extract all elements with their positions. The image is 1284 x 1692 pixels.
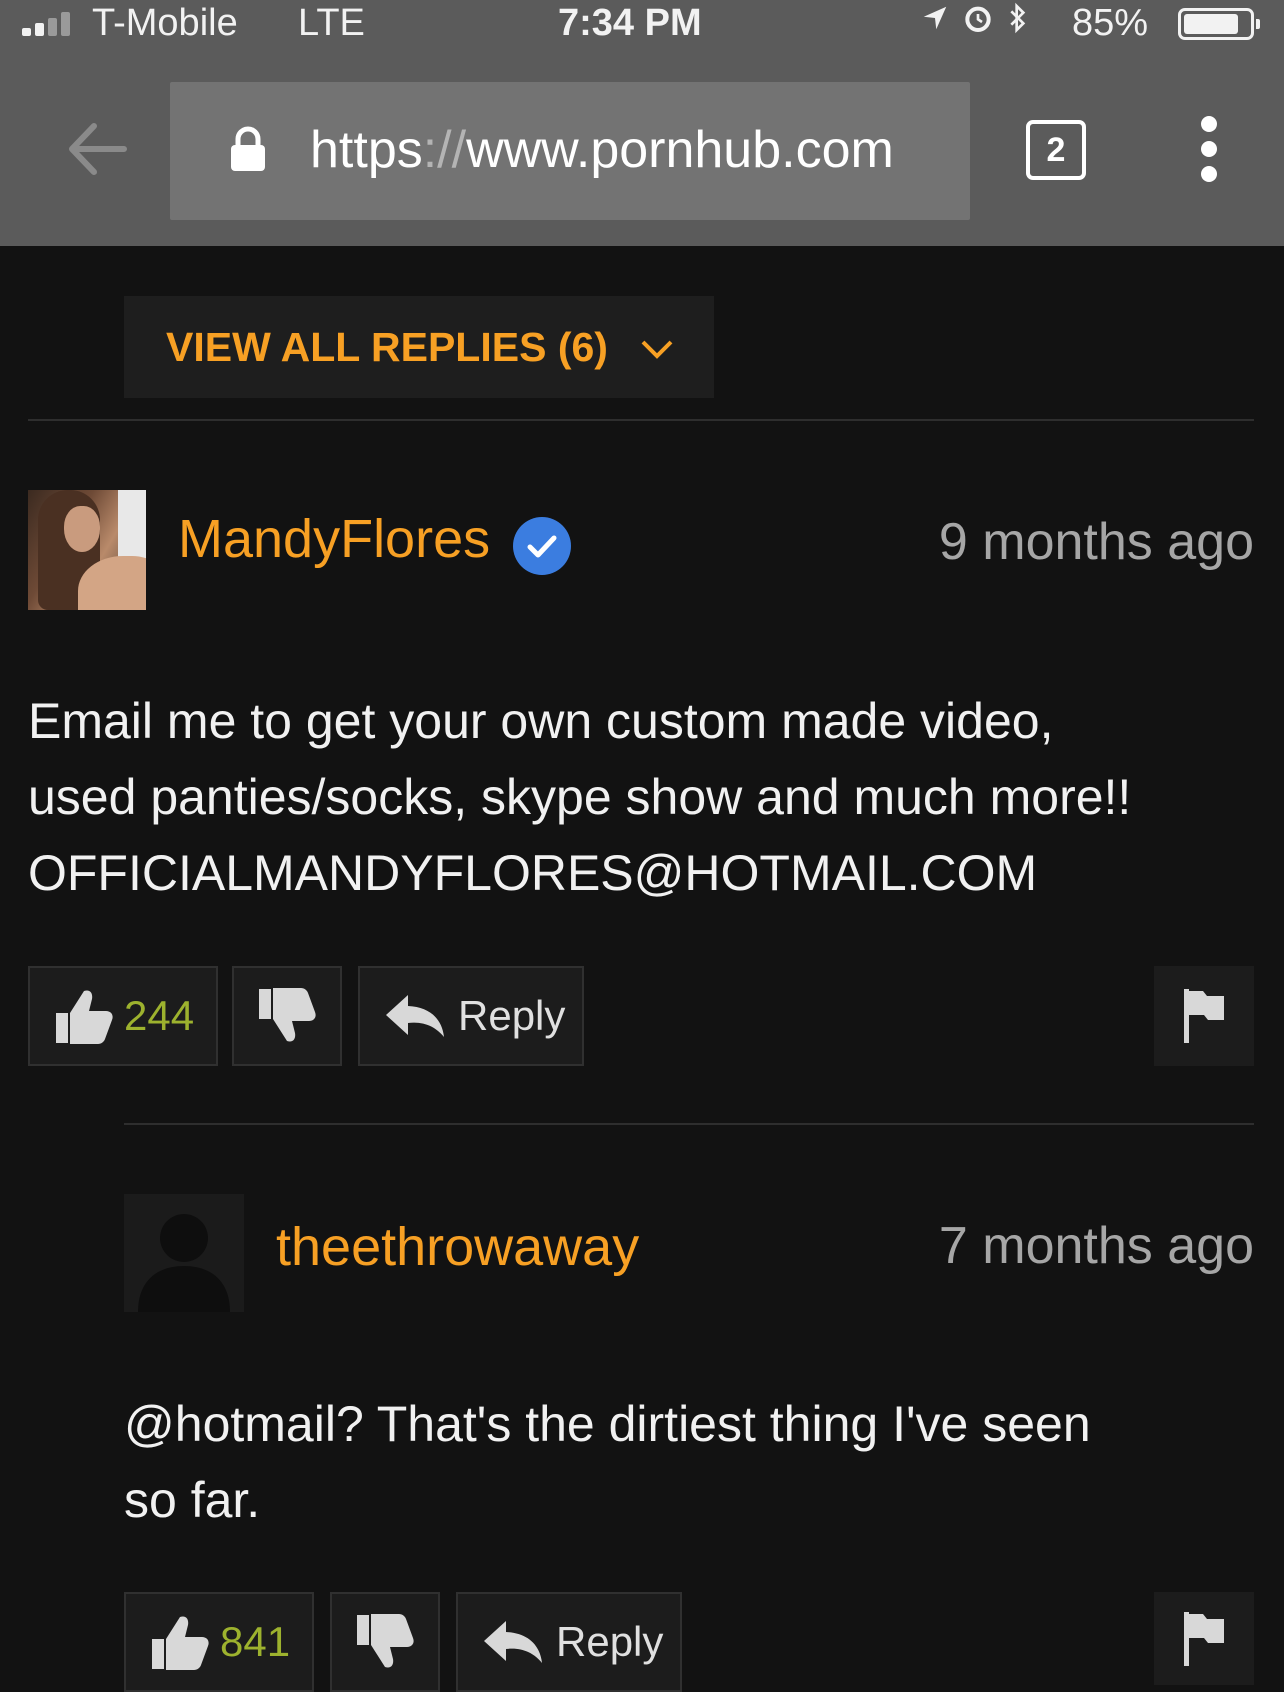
divider <box>124 1123 1254 1125</box>
carrier-name: T-Mobile <box>92 2 238 44</box>
network-type: LTE <box>298 2 365 44</box>
overflow-menu-icon[interactable] <box>1194 116 1224 186</box>
default-user-icon <box>138 1214 230 1312</box>
comment-line: @hotmail? That's the dirtiest thing I've… <box>124 1396 1091 1452</box>
like-count: 841 <box>220 1618 291 1665</box>
comment-timestamp: 9 months ago <box>938 513 1254 571</box>
back-arrow-icon[interactable] <box>62 114 132 184</box>
comment-username[interactable]: theethrowaway <box>276 1216 639 1278</box>
like-button[interactable]: 841 <box>124 1592 314 1692</box>
bluetooth-icon <box>1010 2 1026 34</box>
comment-body: Email me to get your own custom made vid… <box>28 683 1258 911</box>
url-separator: :// <box>422 121 467 179</box>
comment-line: Email me to get your own custom made vid… <box>28 693 1054 749</box>
battery-level <box>1184 14 1239 34</box>
thumbs-up-icon <box>152 1616 209 1670</box>
view-all-replies-label: VIEW ALL REPLIES (6) <box>166 324 608 370</box>
flag-icon <box>1184 989 1224 1043</box>
comment-line: so far. <box>124 1472 261 1528</box>
thumbs-down-icon <box>357 1614 414 1668</box>
view-all-replies-button[interactable]: VIEW ALL REPLIES (6) <box>124 296 714 398</box>
reply-button[interactable]: Reply <box>456 1592 682 1692</box>
reply-label: Reply <box>458 992 566 1039</box>
flag-button[interactable] <box>1154 966 1254 1066</box>
flag-button[interactable] <box>1154 1592 1254 1685</box>
avatar[interactable] <box>28 490 146 610</box>
browser-toolbar: https://www.pornhub.com 2 <box>0 50 1284 246</box>
comment-line: used panties/socks, skype show and much … <box>28 769 1132 825</box>
reply-arrow-icon <box>484 1621 542 1663</box>
lock-icon <box>231 126 265 171</box>
alarm-icon <box>965 6 991 32</box>
thumbs-down-icon <box>259 988 316 1042</box>
dislike-button[interactable] <box>232 966 342 1066</box>
address-bar[interactable]: https://www.pornhub.com <box>170 82 970 220</box>
verified-badge-icon <box>513 517 571 575</box>
avatar[interactable] <box>124 1194 244 1312</box>
status-time: 7:34 PM <box>558 2 702 44</box>
divider <box>28 419 1254 421</box>
url-scheme: https <box>310 121 423 179</box>
url-text[interactable]: https://www.pornhub.com <box>310 120 894 180</box>
thumbs-up-icon <box>56 990 113 1044</box>
comment-line: OFFICIALMANDYFLORES@HOTMAIL.COM <box>28 845 1038 901</box>
comment-username[interactable]: MandyFlores <box>178 508 490 570</box>
reply-button[interactable]: Reply <box>358 966 584 1066</box>
reply-arrow-icon <box>386 995 444 1037</box>
reply-label: Reply <box>556 1618 664 1665</box>
battery-icon <box>1178 8 1260 40</box>
like-count: 244 <box>124 992 195 1039</box>
status-bar: T-Mobile LTE 7:34 PM 85% <box>0 0 1284 50</box>
system-icons <box>920 2 1030 34</box>
comment-body: @hotmail? That's the dirtiest thing I've… <box>124 1386 1254 1538</box>
like-button[interactable]: 244 <box>28 966 218 1066</box>
chevron-down-icon <box>641 340 673 360</box>
dislike-button[interactable] <box>330 1592 440 1692</box>
battery-percent: 85% <box>1072 2 1149 44</box>
signal-strength-icon <box>22 10 70 36</box>
tab-switcher-button[interactable]: 2 <box>1026 120 1086 180</box>
location-arrow-icon <box>923 6 947 30</box>
comment-timestamp: 7 months ago <box>938 1217 1254 1275</box>
url-host: www.pornhub.com <box>466 121 894 179</box>
flag-icon <box>1184 1611 1224 1666</box>
